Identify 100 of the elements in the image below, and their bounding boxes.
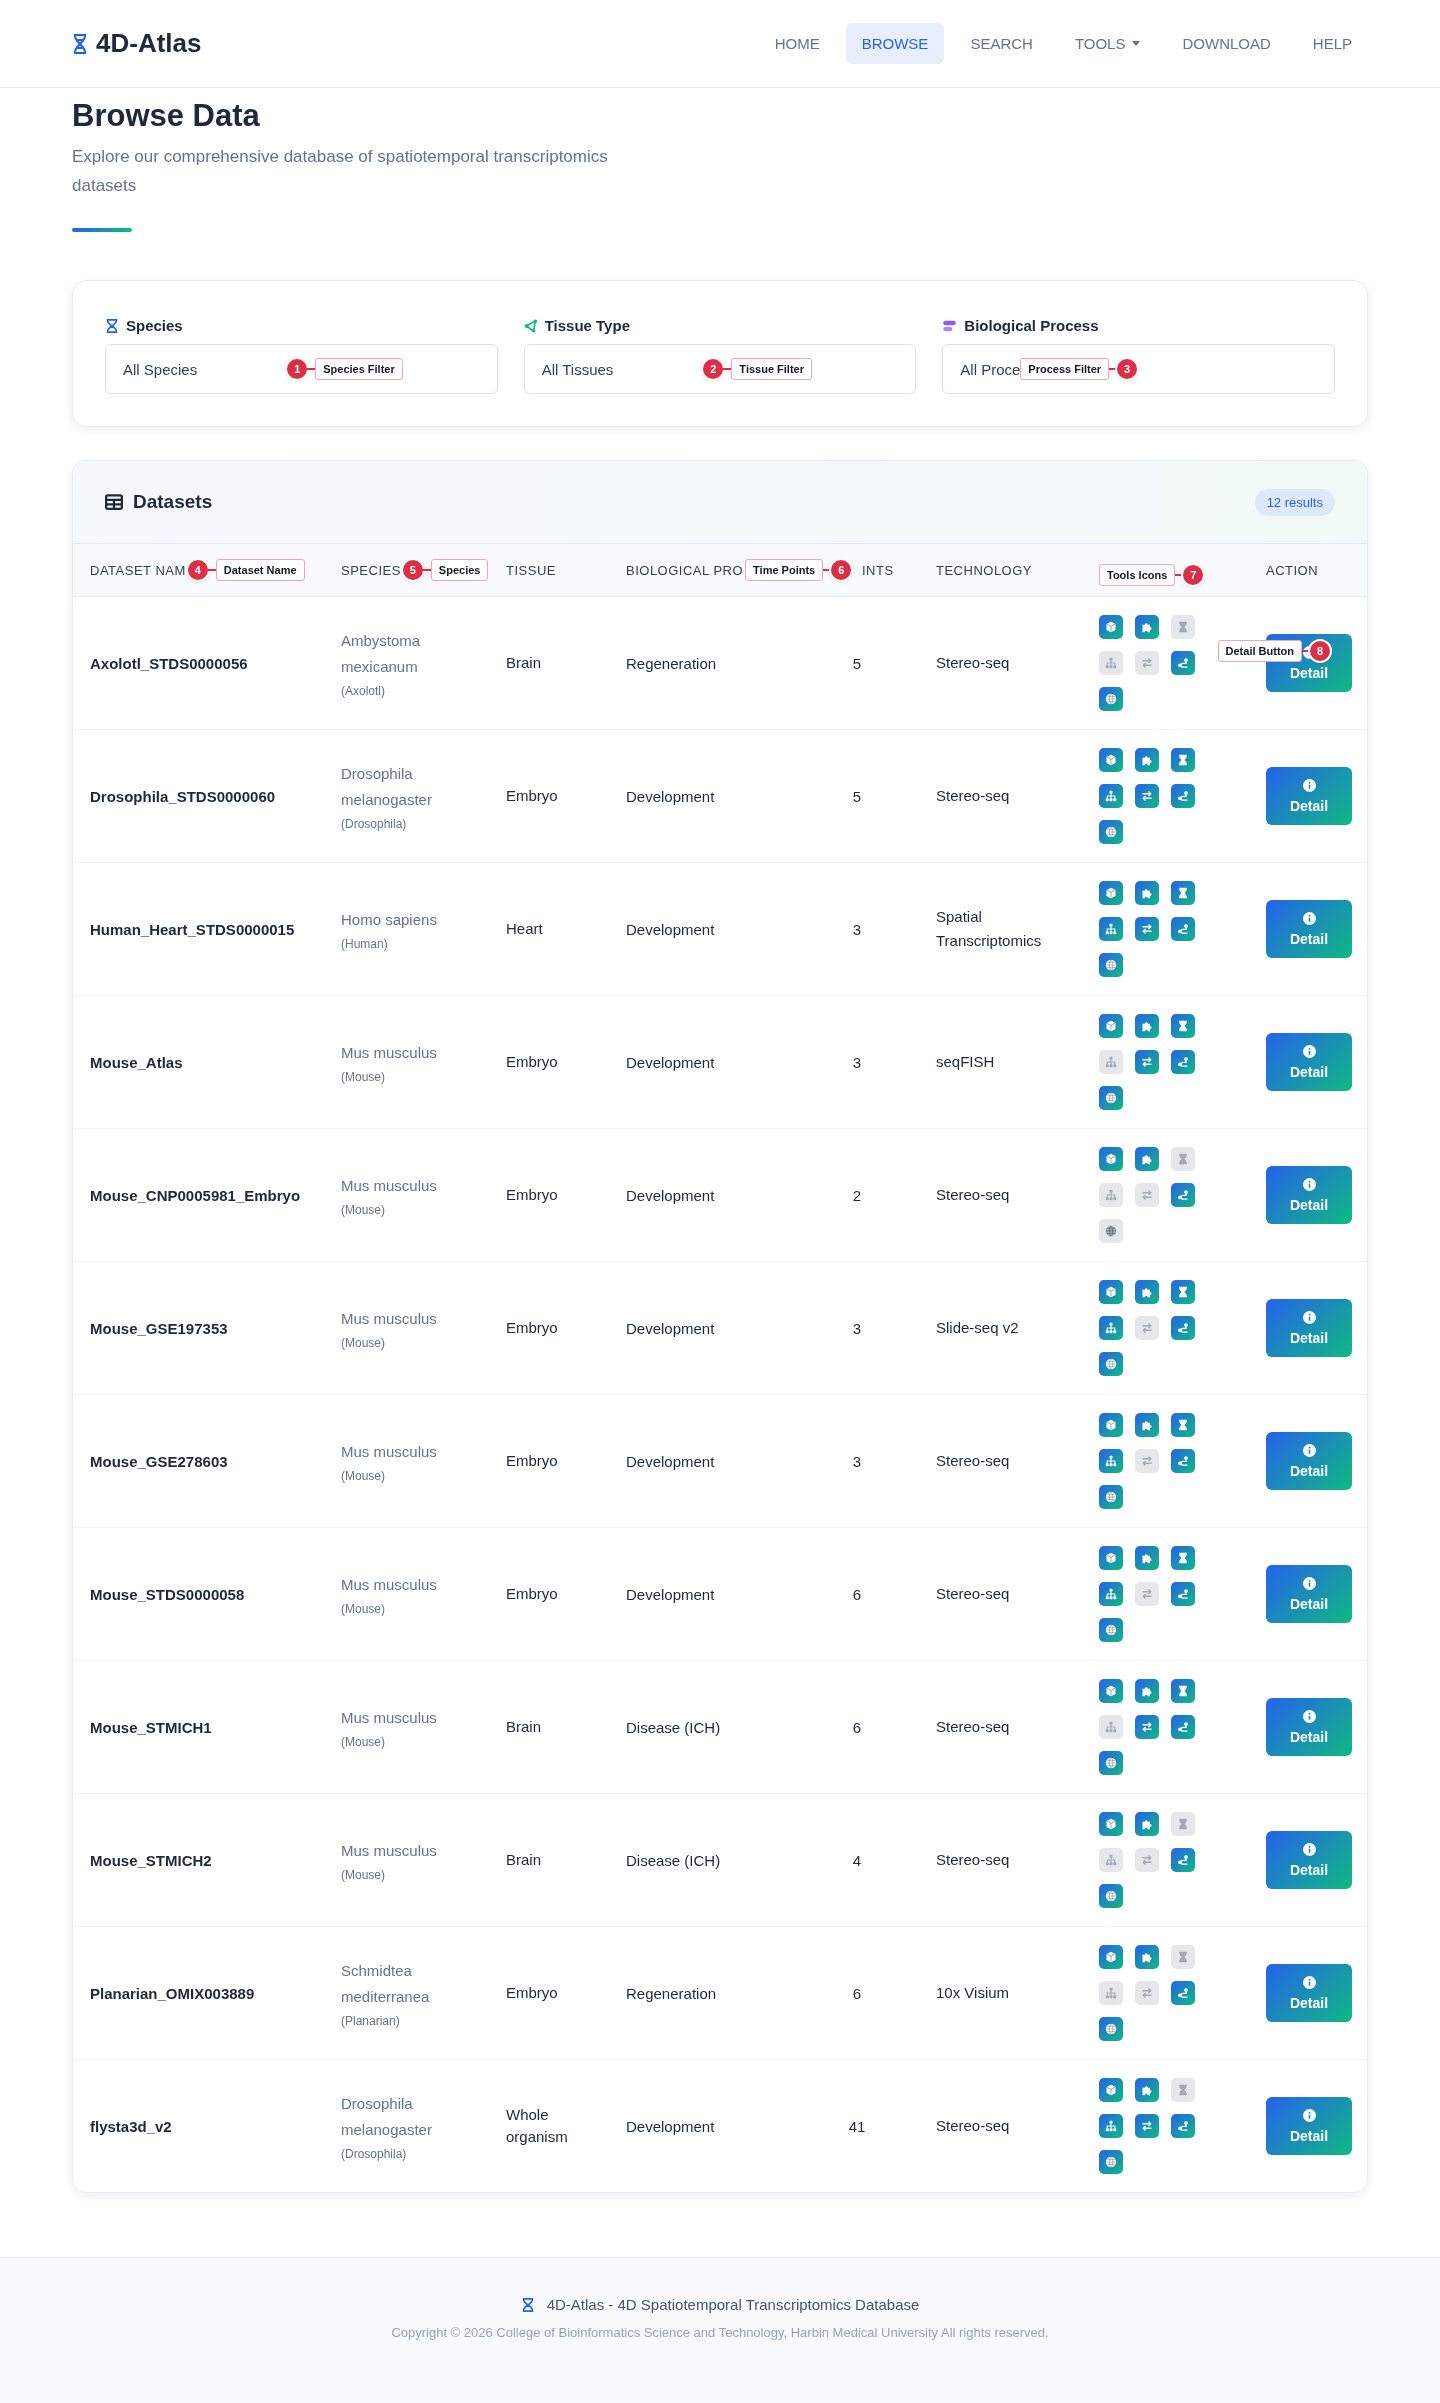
table-cell-text: Heart	[506, 919, 544, 939]
callout-label: Detail Button	[1217, 640, 1302, 662]
cube-icon[interactable]	[1099, 615, 1123, 639]
hourglass-icon[interactable]	[1171, 1014, 1195, 1038]
cube-icon[interactable]	[1099, 1413, 1123, 1437]
route-icon[interactable]	[1171, 1316, 1195, 1340]
route-icon[interactable]	[1171, 1050, 1195, 1074]
sitemap-icon[interactable]	[1099, 917, 1123, 941]
sitemap-icon[interactable]	[1099, 2114, 1123, 2138]
detail-button[interactable]: Detail	[1266, 1565, 1352, 1623]
filter-dropdown[interactable]: All Species 1 Species Filter	[105, 344, 498, 394]
route-icon[interactable]	[1171, 1183, 1195, 1207]
arrows-icon[interactable]	[1135, 917, 1159, 941]
puzzle-icon[interactable]	[1135, 615, 1159, 639]
nav-tab[interactable]: SEARCH	[954, 23, 1049, 64]
arrows-icon[interactable]	[1135, 1715, 1159, 1739]
puzzle-icon[interactable]	[1135, 2078, 1159, 2102]
route-icon[interactable]	[1171, 1981, 1195, 2005]
cube-icon[interactable]	[1099, 1945, 1123, 1969]
puzzle-icon[interactable]	[1135, 1679, 1159, 1703]
arrows-icon[interactable]	[1135, 784, 1159, 808]
hourglass-icon[interactable]	[1171, 748, 1195, 772]
detail-button[interactable]: Detail	[1266, 1831, 1352, 1889]
cube-icon[interactable]	[1099, 1147, 1123, 1171]
route-icon[interactable]	[1171, 2114, 1195, 2138]
route-icon[interactable]	[1171, 1582, 1195, 1606]
globe-icon[interactable]	[1099, 820, 1123, 844]
brand-name[interactable]: 4D-Atlas	[96, 28, 202, 59]
cube-icon[interactable]	[1099, 1014, 1123, 1038]
detail-button[interactable]: Detail	[1266, 2097, 1352, 2155]
common-name: (Drosophila)	[341, 817, 408, 831]
globe-icon[interactable]	[1099, 1751, 1123, 1775]
cube-icon[interactable]	[1099, 748, 1123, 772]
sitemap-icon[interactable]	[1099, 1449, 1123, 1473]
cube-icon[interactable]	[1099, 2078, 1123, 2102]
cube-icon[interactable]	[1099, 1546, 1123, 1570]
nav-tab[interactable]: BROWSE	[845, 23, 945, 64]
hourglass-icon[interactable]	[1171, 881, 1195, 905]
filter-dropdown[interactable]: All Tissues 2 Tissue Filter	[523, 344, 917, 394]
callout-label: Process Filter	[1020, 358, 1110, 380]
nav-tab[interactable]: TOOLS	[1058, 23, 1157, 64]
species-name: Ambystoma mexicanum	[341, 631, 422, 677]
puzzle-icon[interactable]	[1135, 1945, 1159, 1969]
arrows-icon[interactable]	[1135, 2114, 1159, 2138]
puzzle-icon[interactable]	[1135, 748, 1159, 772]
table-cell: Development	[626, 1585, 715, 1603]
puzzle-icon[interactable]	[1135, 1280, 1159, 1304]
detail-button[interactable]: Detail	[1266, 767, 1352, 825]
arrows-icon[interactable]	[1135, 1050, 1159, 1074]
sitemap-icon[interactable]	[1099, 784, 1123, 808]
globe-icon[interactable]	[1099, 1884, 1123, 1908]
puzzle-icon[interactable]	[1135, 1147, 1159, 1171]
hourglass-icon[interactable]	[1171, 1280, 1195, 1304]
puzzle-icon[interactable]	[1135, 881, 1159, 905]
hourglass-icon[interactable]	[1171, 1413, 1195, 1437]
puzzle-icon[interactable]	[1135, 1546, 1159, 1570]
detail-button[interactable]: Detail	[1266, 1033, 1352, 1091]
route-icon[interactable]	[1171, 784, 1195, 808]
route-icon[interactable]	[1171, 1848, 1195, 1872]
detail-button[interactable]: Detail	[1266, 1964, 1352, 2022]
cube-icon[interactable]	[1099, 1280, 1123, 1304]
globe-icon[interactable]	[1099, 2150, 1123, 2174]
route-icon[interactable]	[1171, 1715, 1195, 1739]
table-cell: 6	[852, 1984, 862, 2002]
cube-icon[interactable]	[1099, 881, 1123, 905]
detail-button[interactable]: Detail	[1266, 900, 1352, 958]
route-icon[interactable]	[1171, 1449, 1195, 1473]
puzzle-icon[interactable]	[1135, 1413, 1159, 1437]
hourglass-icon[interactable]	[1171, 1546, 1195, 1570]
globe-icon[interactable]	[1099, 687, 1123, 711]
filter-label: Biological Process	[964, 317, 1099, 334]
detail-button[interactable]: Detail	[1266, 1166, 1352, 1224]
cube-icon[interactable]	[1099, 1812, 1123, 1836]
table-cell: Development	[626, 1186, 715, 1204]
puzzle-icon[interactable]	[1135, 1014, 1159, 1038]
species-name: Drosophila melanogaster	[341, 764, 433, 810]
table-cell-text: Stereo-seq	[936, 653, 1011, 673]
hourglass-icon[interactable]	[1171, 1679, 1195, 1703]
filter-dropdown[interactable]: All Proce Process Filter 3	[942, 344, 1335, 394]
species-name: Mus musculus	[341, 1309, 438, 1329]
nav-tab[interactable]: DOWNLOAD	[1166, 23, 1287, 64]
nav-tab[interactable]: HELP	[1296, 23, 1368, 64]
globe-icon[interactable]	[1099, 1086, 1123, 1110]
globe-icon[interactable]	[1099, 1485, 1123, 1509]
sitemap-icon[interactable]	[1099, 1316, 1123, 1340]
nav-tab[interactable]: HOME	[758, 23, 836, 64]
column-header: DATASET NAM	[90, 562, 186, 578]
cube-icon[interactable]	[1099, 1679, 1123, 1703]
puzzle-icon[interactable]	[1135, 1812, 1159, 1836]
sitemap-icon[interactable]	[1099, 1582, 1123, 1606]
detail-button[interactable]: Detail	[1266, 1698, 1352, 1756]
globe-icon[interactable]	[1099, 1618, 1123, 1642]
globe-icon[interactable]	[1099, 953, 1123, 977]
detail-button[interactable]: Detail	[1266, 1432, 1352, 1490]
route-icon[interactable]	[1171, 917, 1195, 941]
globe-icon[interactable]	[1099, 2017, 1123, 2041]
globe-icon[interactable]	[1099, 1352, 1123, 1376]
route-icon[interactable]	[1171, 651, 1195, 675]
detail-button[interactable]: Detail	[1266, 1299, 1352, 1357]
globe-icon[interactable]	[1099, 1219, 1123, 1243]
